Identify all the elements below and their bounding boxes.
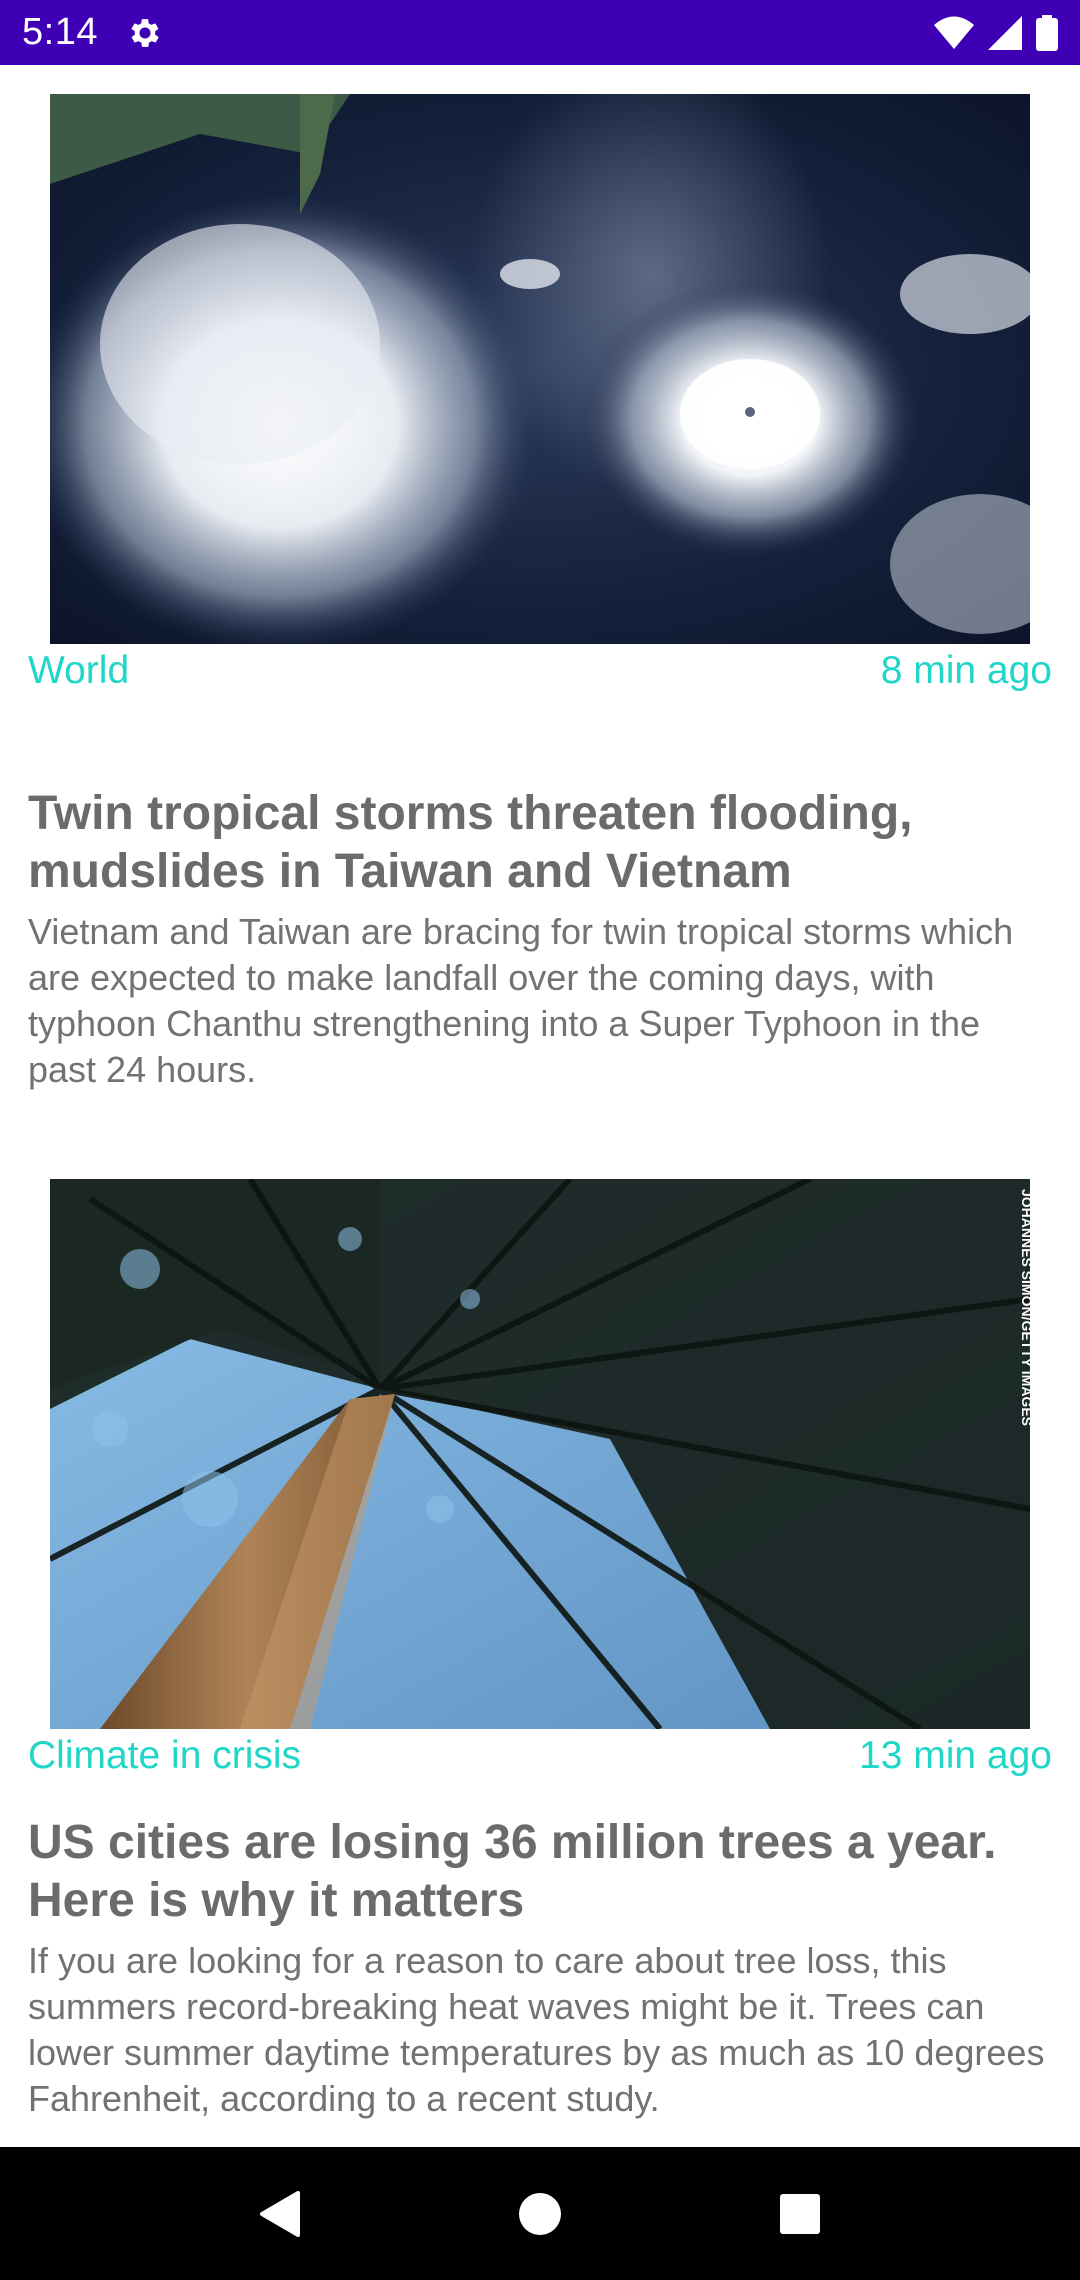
settings-gear-icon bbox=[131, 18, 159, 47]
recents-button[interactable] bbox=[755, 2169, 845, 2259]
article-summary: If you are looking for a reason to care … bbox=[28, 1940, 1045, 2119]
status-icons bbox=[934, 14, 1058, 51]
status-bar: 5:14 bbox=[0, 0, 1080, 65]
article-category[interactable]: Climate in crisis bbox=[28, 1734, 301, 1778]
article-meta: World 8 min ago bbox=[28, 649, 1052, 693]
article-card[interactable]: World 8 min ago Twin tropical storms thr… bbox=[0, 65, 1080, 1145]
article-card[interactable]: JOHANNES SIMON/GETTY IMAGES Climate in c… bbox=[0, 1150, 1080, 2147]
article-summary: Vietnam and Taiwan are bracing for twin … bbox=[28, 911, 1014, 1090]
article-category[interactable]: World bbox=[28, 649, 129, 693]
battery-icon bbox=[1036, 14, 1058, 51]
news-feed[interactable]: World 8 min ago Twin tropical storms thr… bbox=[0, 65, 1080, 2147]
forest-canopy-image[interactable]: JOHANNES SIMON/GETTY IMAGES bbox=[50, 1179, 1030, 1729]
back-button[interactable] bbox=[235, 2169, 325, 2259]
cell-signal-icon bbox=[988, 15, 1022, 50]
article-time: 13 min ago bbox=[859, 1734, 1052, 1777]
recents-icon bbox=[780, 2193, 820, 2234]
article-meta: Climate in crisis 13 min ago bbox=[28, 1734, 1052, 1778]
back-icon bbox=[260, 2190, 300, 2237]
home-button[interactable] bbox=[495, 2169, 585, 2259]
article-headline[interactable]: Twin tropical storms threaten flooding, … bbox=[28, 785, 1048, 901]
navigation-bar bbox=[0, 2147, 1080, 2280]
article-headline[interactable]: US cities are losing 36 million trees a … bbox=[28, 1814, 1048, 1930]
home-icon bbox=[519, 2192, 561, 2235]
article-time: 8 min ago bbox=[880, 649, 1052, 692]
image-credit: JOHANNES SIMON/GETTY IMAGES bbox=[1019, 1189, 1030, 1426]
status-time: 5:14 bbox=[22, 11, 98, 53]
wifi-icon bbox=[934, 16, 974, 49]
satellite-typhoon-image[interactable] bbox=[50, 94, 1030, 644]
